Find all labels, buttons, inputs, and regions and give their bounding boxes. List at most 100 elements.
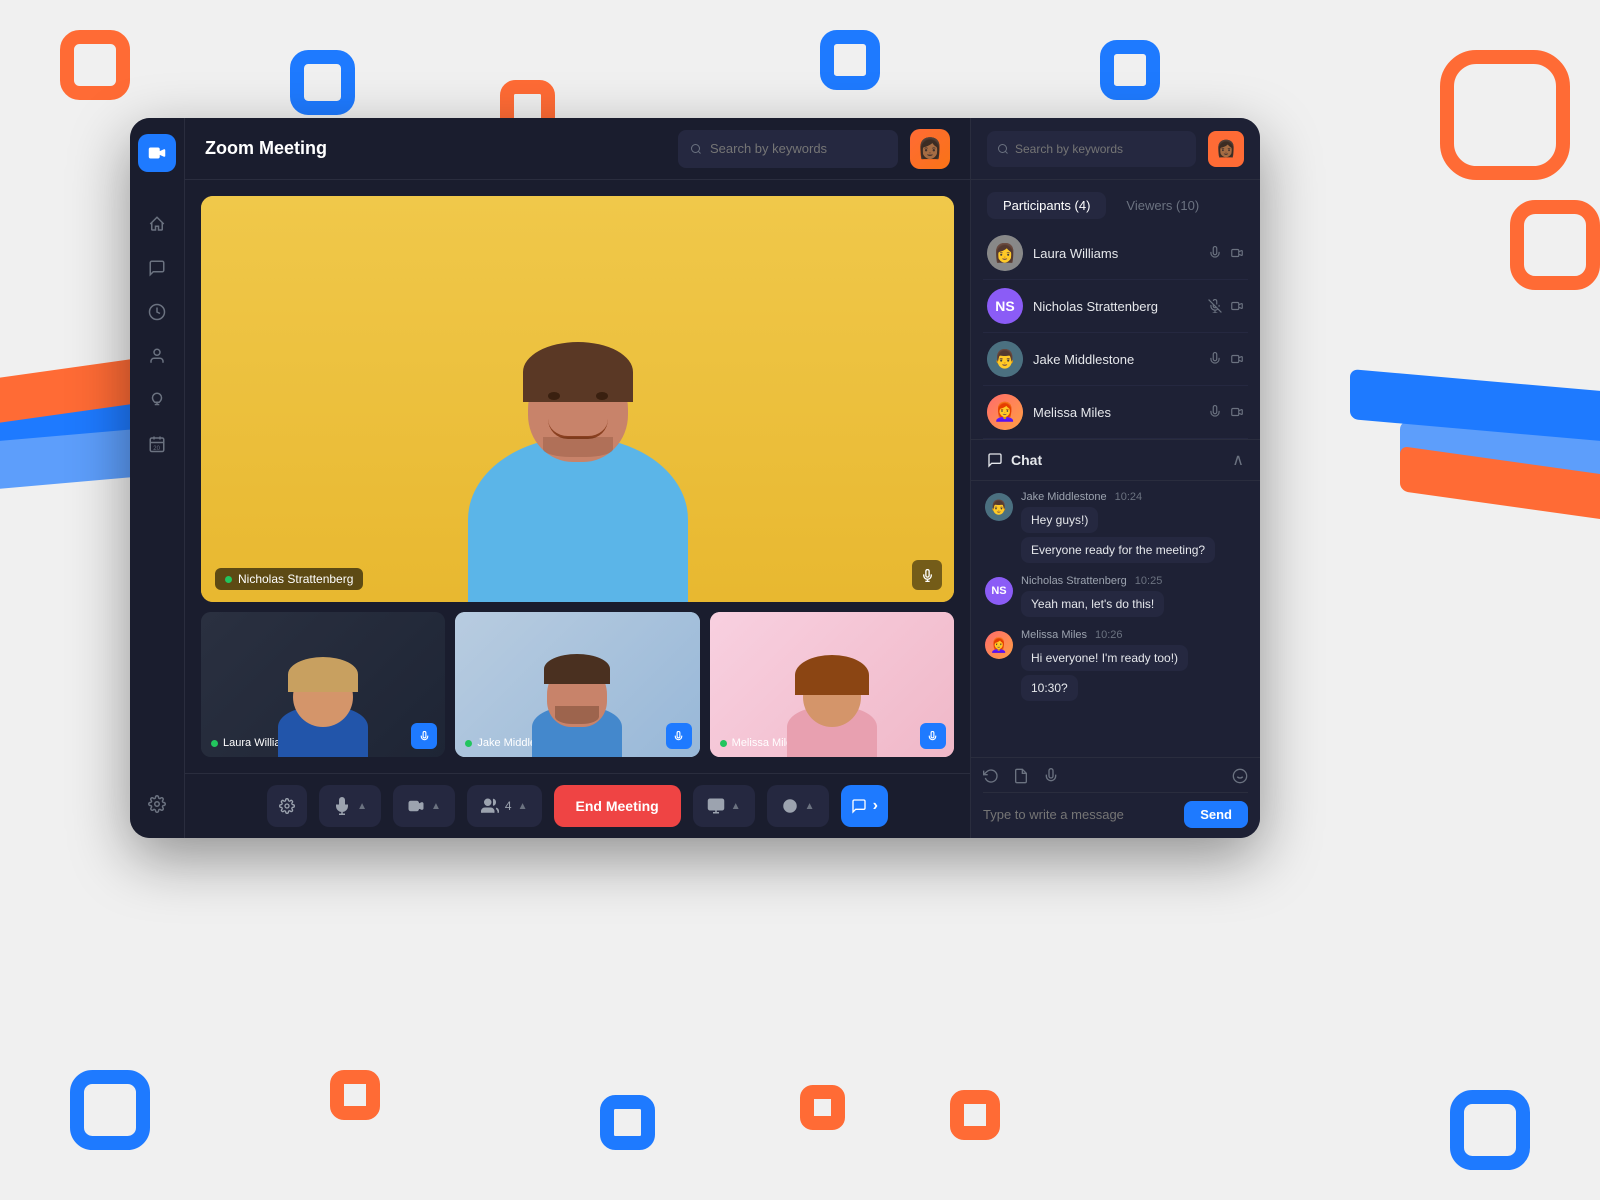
- sv-active-laura: [211, 740, 218, 747]
- chat-meta-jake: Jake Middlestone 10:24: [1021, 491, 1246, 503]
- svg-text:20: 20: [153, 446, 160, 452]
- chat-emoji-icon[interactable]: [1232, 768, 1248, 784]
- participant-icons-melissa: [1208, 405, 1244, 419]
- laura-avatar-img: 👩: [987, 235, 1023, 271]
- search-icon: [690, 142, 702, 156]
- laura-mic-icon[interactable]: [1208, 246, 1222, 260]
- search-input[interactable]: [710, 141, 886, 156]
- laura-video-icon[interactable]: [1230, 246, 1244, 260]
- app-window: 20 Zoom Meeting 👩🏾: [130, 118, 1260, 838]
- participant-item-nicholas: NS Nicholas Strattenberg: [983, 280, 1248, 333]
- participant-list: 👩 Laura Williams NS Nicholas Strattenber…: [971, 227, 1260, 439]
- record-chevron: ▲: [805, 801, 815, 812]
- sv-beard-jake: [555, 706, 599, 724]
- video-button[interactable]: ▲: [393, 785, 455, 827]
- user-avatar: 👩🏾: [910, 129, 950, 169]
- chat-attachment-icon[interactable]: [1013, 768, 1029, 784]
- chat-avatar-melissa: 👩‍🦰: [985, 631, 1013, 659]
- sv-mic-melissa[interactable]: [920, 723, 946, 749]
- sidebar-item-history[interactable]: [139, 294, 175, 330]
- sidebar-logo[interactable]: [138, 134, 176, 172]
- melissa-avatar-img: 👩‍🦰: [987, 394, 1023, 430]
- end-meeting-button[interactable]: End Meeting: [554, 785, 681, 827]
- screen-share-button[interactable]: ▲: [693, 785, 755, 827]
- small-videos-row: Laura Williams: [201, 612, 954, 757]
- sv-head-laura: [293, 667, 353, 727]
- settings-button[interactable]: [267, 785, 307, 827]
- nicholas-mic-icon[interactable]: [1208, 299, 1222, 313]
- header-search-bar[interactable]: [678, 130, 898, 168]
- chat-bubble-nicholas-1: Yeah man, let's do this!: [1021, 591, 1164, 617]
- participants-button[interactable]: 4 ▲: [467, 785, 542, 827]
- deco-shape-4: [820, 30, 880, 90]
- main-video-bg: [201, 196, 954, 602]
- mic-icon: [333, 797, 351, 815]
- chat-group-nicholas: NS Nicholas Strattenberg 10:25 Yeah man,…: [985, 575, 1246, 621]
- deco-shape-12: [600, 1095, 655, 1150]
- chat-group-jake: 👨 Jake Middlestone 10:24 Hey guys!) Ever…: [985, 491, 1246, 567]
- small-video-jake: Jake Middlestone: [455, 612, 699, 757]
- mic-chevron: ▲: [357, 801, 367, 812]
- deco-shape-13: [1450, 1090, 1530, 1170]
- record-button[interactable]: ▲: [767, 785, 829, 827]
- chat-input-area: Send: [971, 757, 1260, 838]
- deco-shape-8: [70, 1070, 150, 1150]
- sidebar-item-home[interactable]: [139, 206, 175, 242]
- person-head: [528, 357, 628, 462]
- sv-hair-melissa: [795, 655, 869, 695]
- nicholas-video-icon[interactable]: [1230, 299, 1244, 313]
- chat-meta-nicholas: Nicholas Strattenberg 10:25: [1021, 575, 1246, 587]
- deco-shape-6: [1440, 50, 1570, 180]
- chat-more-icon: ›: [873, 797, 878, 815]
- chat-meta-melissa: Melissa Miles 10:26: [1021, 629, 1246, 641]
- deco-shape-7: [1510, 200, 1600, 290]
- tab-participants[interactable]: Participants (4): [987, 192, 1106, 219]
- send-button[interactable]: Send: [1184, 801, 1248, 828]
- sidebar-item-chat[interactable]: [139, 250, 175, 286]
- person-mouth: [548, 419, 608, 439]
- video-area: Nicholas Strattenberg: [185, 180, 970, 773]
- sv-hair-laura: [288, 657, 358, 692]
- sv-mic-jake[interactable]: [666, 723, 692, 749]
- person-beard: [543, 437, 613, 457]
- chat-content-jake: Jake Middlestone 10:24 Hey guys!) Everyo…: [1021, 491, 1246, 567]
- sv-laura-bg: [201, 612, 445, 757]
- sidebar-item-ideas[interactable]: [139, 382, 175, 418]
- small-video-melissa: Melissa Miles: [710, 612, 954, 757]
- participants-icon: [481, 797, 499, 815]
- chat-input-icons: [983, 768, 1248, 784]
- sidebar-settings[interactable]: [139, 786, 175, 822]
- chat-refresh-icon[interactable]: [983, 768, 999, 784]
- melissa-video-icon[interactable]: [1230, 405, 1244, 419]
- main-video-name: Nicholas Strattenberg: [238, 572, 353, 586]
- jake-mic-icon[interactable]: [1208, 352, 1222, 366]
- chat-input-row: Send: [983, 801, 1248, 828]
- chat-message-input[interactable]: [983, 807, 1176, 822]
- participants-chevron: ▲: [518, 801, 528, 812]
- active-indicator: [225, 576, 232, 583]
- chat-collapse-button[interactable]: ∧: [1232, 450, 1244, 470]
- right-panel: 👩🏾 Participants (4) Viewers (10) 👩 Laura…: [970, 118, 1260, 838]
- main-video-mic-icon[interactable]: [912, 560, 942, 590]
- chat-title: Chat: [987, 452, 1232, 468]
- participant-avatar-jake: 👨: [987, 341, 1023, 377]
- jake-video-icon[interactable]: [1230, 352, 1244, 366]
- sidebar-item-calendar[interactable]: 20: [139, 426, 175, 462]
- melissa-mic-icon[interactable]: [1208, 405, 1222, 419]
- tab-viewers[interactable]: Viewers (10): [1110, 192, 1215, 219]
- right-search-bar[interactable]: [987, 131, 1196, 167]
- right-search-input[interactable]: [1015, 142, 1186, 156]
- mic-button[interactable]: ▲: [319, 785, 381, 827]
- chat-toolbar-button[interactable]: ›: [841, 785, 888, 827]
- jake-avatar-img: 👨: [987, 341, 1023, 377]
- deco-shape-10: [800, 1085, 845, 1130]
- sidebar-item-contacts[interactable]: [139, 338, 175, 374]
- sv-mic-laura[interactable]: [411, 723, 437, 749]
- chat-avatar-jake: 👨: [985, 493, 1013, 521]
- deco-shape-5: [1100, 40, 1160, 100]
- sv-head-jake: [547, 662, 607, 727]
- chat-mic-input-icon[interactable]: [1043, 768, 1059, 784]
- right-header: 👩🏾: [971, 118, 1260, 180]
- participant-avatar-laura: 👩: [987, 235, 1023, 271]
- bottom-toolbar: ▲ ▲ 4 ▲ End Meeting: [185, 773, 970, 838]
